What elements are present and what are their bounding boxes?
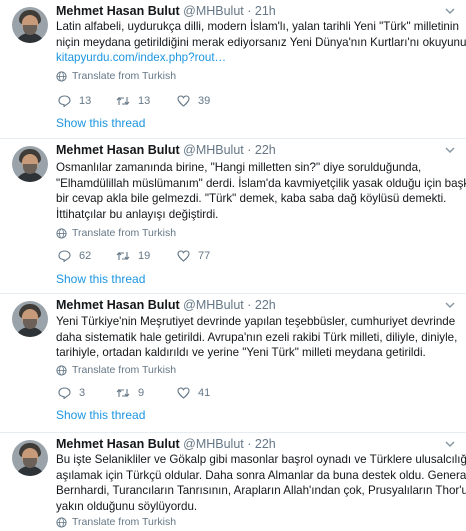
reply-icon [58, 95, 71, 107]
translate-link[interactable]: Translate from Turkish [56, 227, 176, 239]
separator-dot: · [247, 4, 252, 18]
avatar[interactable] [12, 440, 48, 476]
tweet-text: Latin alfabeli, uydurukça dilli, modern … [56, 19, 466, 66]
tweet-text-line: Yeni Türkiye'nin Meşrutiyet devrinde yap… [56, 315, 456, 328]
tweet-text: Yeni Türkiye'nin Meşrutiyet devrinde yap… [56, 314, 458, 361]
timestamp[interactable]: 22h [255, 298, 276, 312]
reply-count: 13 [79, 95, 92, 107]
tweet-text-line: Latin alfabeli, uydurukça dilli, modern … [56, 20, 459, 33]
translate-label[interactable]: Translate from Turkish [72, 227, 176, 239]
translate-link[interactable]: Translate from Turkish [56, 70, 176, 82]
tweet-text: Osmanlılar zamanında birine, "Hangi mill… [56, 160, 466, 222]
tweet-text-line: aşılamak için Türkçü oldular. Daha sonra… [56, 468, 466, 482]
like-count: 39 [198, 95, 211, 107]
globe-icon [56, 227, 67, 239]
chevron-down-icon[interactable] [444, 145, 456, 155]
retweet-button[interactable]: 13 [116, 95, 150, 107]
tweet-text-line: İttihatçılar bu anlayışı değiştirdi. [56, 207, 219, 221]
tweet-header: Mehmet Hasan Bulut @MHBulut · 22h [56, 143, 276, 157]
tweet-header: Mehmet Hasan Bulut @MHBulut · 21h [56, 4, 276, 18]
tweet-text-line: Bernhardi, Turancıların Tanrısının, Arap… [56, 484, 466, 497]
globe-icon [56, 516, 67, 528]
like-button[interactable]: 39 [177, 95, 210, 107]
avatar[interactable] [12, 301, 48, 337]
tweet-text-line: Bu işte Selanikliler ve Gökalp gibi maso… [56, 453, 466, 466]
tweet[interactable]: Mehmet Hasan Bulut @MHBulut · 22h Yeni T… [0, 294, 466, 433]
like-button[interactable]: 77 [177, 250, 210, 262]
show-thread-link[interactable]: Show this thread [56, 272, 145, 286]
tweet-text-line: yakın olduğunu söylüyordu. [56, 499, 198, 513]
author-handle[interactable]: @MHBulut [183, 143, 244, 157]
author-name[interactable]: Mehmet Hasan Bulut [56, 437, 180, 451]
author-name[interactable]: Mehmet Hasan Bulut [56, 4, 180, 18]
show-thread-link[interactable]: Show this thread [56, 116, 145, 130]
retweet-button[interactable]: 9 [116, 387, 144, 399]
reply-count: 62 [79, 250, 92, 262]
heart-icon [177, 387, 190, 399]
translate-link[interactable]: Translate from Turkish [56, 364, 176, 376]
like-count: 77 [198, 250, 211, 262]
chevron-down-icon[interactable] [444, 300, 456, 310]
heart-icon [177, 250, 190, 262]
retweet-count: 9 [138, 387, 145, 399]
tweet-text-line: niçin meydana getirildiğini merak ediyor… [56, 35, 466, 49]
like-button[interactable]: 41 [177, 387, 210, 399]
tweet[interactable]: Mehmet Hasan Bulut @MHBulut · 22h Osmanl… [0, 139, 466, 294]
tweet-text-line: bir cevap akla bile gelmezdi. "Türk" dem… [56, 192, 447, 205]
tweet-header: Mehmet Hasan Bulut @MHBulut · 22h [56, 437, 276, 451]
timestamp[interactable]: 21h [255, 4, 276, 18]
translate-label[interactable]: Translate from Turkish [72, 70, 176, 82]
tweet-text-line: tarihiyle, ortadan kaldırıldı ve yerine … [56, 346, 426, 359]
retweet-button[interactable]: 19 [116, 250, 150, 262]
avatar[interactable] [12, 7, 48, 43]
author-handle[interactable]: @MHBulut [183, 437, 244, 451]
tweet-text-line: daha sistematik hale getirildi. Avrupa'n… [56, 330, 458, 344]
retweet-count: 13 [138, 95, 151, 107]
chevron-down-icon[interactable] [444, 6, 456, 16]
timeline: Mehmet Hasan Bulut @MHBulut · 21h Latin … [0, 0, 466, 531]
reply-icon [58, 387, 71, 399]
reply-button[interactable]: 3 [58, 387, 85, 399]
tweet-header: Mehmet Hasan Bulut @MHBulut · 22h [56, 298, 276, 312]
reply-button[interactable]: 62 [58, 250, 91, 262]
tweet-link[interactable]: kitapyurdu.com/index.php?rout… [56, 50, 456, 66]
separator-dot: · [247, 437, 252, 451]
timestamp[interactable]: 22h [255, 437, 276, 451]
show-thread-link[interactable]: Show this thread [56, 408, 145, 422]
separator-dot: · [247, 298, 252, 312]
retweet-icon [116, 251, 130, 261]
tweet[interactable]: Mehmet Hasan Bulut @MHBulut · 21h Latin … [0, 0, 466, 139]
tweet-text-line: "Elhamdülillah müslümanım" derdi. İslam'… [56, 176, 466, 190]
retweet-icon [116, 96, 130, 106]
globe-icon [56, 364, 67, 376]
author-name[interactable]: Mehmet Hasan Bulut [56, 143, 180, 157]
tweet-text: Bu işte Selanikliler ve Gökalp gibi maso… [56, 452, 466, 514]
separator-dot: · [247, 143, 252, 157]
globe-icon [56, 70, 67, 82]
author-handle[interactable]: @MHBulut [183, 298, 244, 312]
tweet-text-line: Osmanlılar zamanında birine, "Hangi mill… [56, 161, 422, 174]
retweet-icon [116, 388, 130, 398]
timestamp[interactable]: 22h [255, 143, 276, 157]
translate-label[interactable]: Translate from Turkish [72, 516, 176, 528]
translate-link[interactable]: Translate from Turkish [56, 516, 176, 528]
like-count: 41 [198, 387, 211, 399]
heart-icon [177, 95, 190, 107]
tweet[interactable]: Mehmet Hasan Bulut @MHBulut · 22h Bu işt… [0, 433, 466, 531]
reply-button[interactable]: 13 [58, 95, 91, 107]
author-name[interactable]: Mehmet Hasan Bulut [56, 298, 180, 312]
translate-label[interactable]: Translate from Turkish [72, 364, 176, 376]
avatar[interactable] [12, 146, 48, 182]
reply-count: 3 [79, 387, 86, 399]
retweet-count: 19 [138, 250, 151, 262]
reply-icon [58, 250, 71, 262]
author-handle[interactable]: @MHBulut [183, 4, 244, 18]
chevron-down-icon[interactable] [444, 439, 456, 449]
